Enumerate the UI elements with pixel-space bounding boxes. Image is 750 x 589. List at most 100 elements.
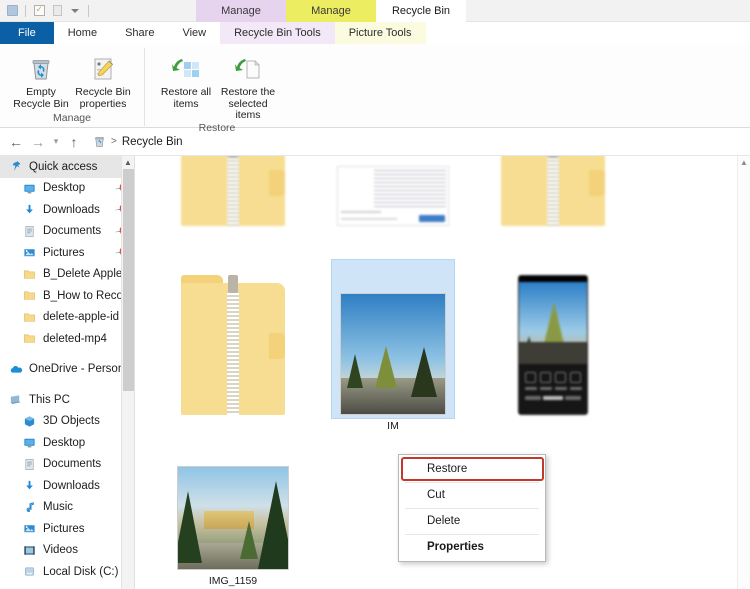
scroll-up-icon[interactable]: ▲: [122, 156, 134, 169]
landscape-thumbnail: [177, 466, 289, 570]
desktop-icon: [22, 181, 37, 196]
folder-icon: [22, 310, 37, 325]
recycle-bin-icon[interactable]: [4, 3, 20, 18]
breadcrumb-recycle-bin[interactable]: Recycle Bin: [122, 136, 183, 148]
sidebar-item-local-disk-c[interactable]: Local Disk (C:): [0, 561, 134, 583]
sidebar-item-downloads-thispc[interactable]: Downloads: [0, 475, 134, 497]
3d-objects-icon: [22, 414, 37, 429]
properties-icon[interactable]: [31, 3, 47, 18]
zip-folder-item-3[interactable]: [153, 259, 313, 432]
sidebar-item-documents-thispc[interactable]: Documents: [0, 454, 134, 476]
zip-folder-icon: [181, 275, 285, 415]
file-caption: [158, 420, 308, 432]
ribbon-group-restore: Restore all items Restore the selected i…: [144, 48, 289, 134]
sidebar-item-documents[interactable]: Documents 📌: [0, 221, 134, 243]
restore-selected-items-label: Restore the selected items: [220, 86, 276, 121]
file-caption: IM: [387, 420, 399, 432]
sidebar-item-onedrive[interactable]: OneDrive - Person: [0, 359, 134, 381]
file-caption: [158, 231, 308, 243]
sidebar-item-delete-apple-id[interactable]: delete-apple-id: [0, 307, 134, 329]
context-menu-item-delete[interactable]: Delete: [399, 508, 545, 534]
download-icon: [22, 478, 37, 493]
folder-icon: [22, 267, 37, 282]
sidebar-label: B_How to Recov: [43, 289, 128, 302]
restore-selected-items-button[interactable]: Restore the selected items: [217, 50, 279, 122]
tab-picture-tools[interactable]: Picture Tools: [334, 22, 426, 44]
context-menu-item-restore[interactable]: Restore: [399, 456, 545, 482]
file-caption: [478, 420, 628, 432]
window-title: Recycle Bin: [376, 0, 466, 22]
sidebar-item-3d-objects[interactable]: 3D Objects: [0, 411, 134, 433]
forward-button[interactable]: →: [28, 132, 48, 152]
sidebar-label: Documents: [43, 458, 102, 471]
sidebar-item-deleted-mp4[interactable]: deleted-mp4: [0, 328, 134, 350]
recycle-bin-icon: [92, 135, 106, 149]
contextual-header-picture-tools: Manage: [286, 0, 376, 22]
chevron-down-icon[interactable]: [67, 3, 83, 18]
new-folder-icon[interactable]: [49, 3, 65, 18]
thumbnail: [337, 156, 449, 226]
zip-folder-icon: [181, 156, 285, 226]
download-icon: [22, 202, 37, 217]
sidebar-item-desktop[interactable]: Desktop 📌: [0, 178, 134, 200]
thumbnail: [497, 156, 609, 226]
up-button[interactable]: ↑: [64, 132, 84, 152]
recent-locations-button[interactable]: ▾: [50, 132, 62, 152]
folder-icon: [22, 331, 37, 346]
file-explorer-window: Manage Manage Recycle Bin File Home Shar…: [0, 0, 750, 589]
folder-icon: [22, 288, 37, 303]
videos-icon: [22, 543, 37, 558]
back-button[interactable]: ←: [6, 132, 26, 152]
sidebar-label: delete-apple-id: [43, 311, 120, 324]
scroll-up-icon[interactable]: ▲: [738, 156, 750, 169]
sidebar-item-b-delete-apple-i[interactable]: B_Delete Apple I: [0, 264, 134, 286]
zip-folder-item-2[interactable]: [473, 156, 633, 243]
tab-view[interactable]: View: [168, 22, 220, 44]
restore-all-items-button[interactable]: Restore all items: [155, 50, 217, 110]
content-scrollbar[interactable]: ▲: [737, 156, 750, 589]
sidebar-item-videos[interactable]: Videos: [0, 540, 134, 562]
phone-screenshot-item[interactable]: [473, 259, 633, 432]
sidebar-label: Videos: [43, 544, 78, 557]
restore-selected-icon: [233, 54, 263, 84]
document-item[interactable]: [313, 156, 473, 243]
sidebar-label: Pictures: [43, 522, 85, 535]
sidebar-item-desktop-thispc[interactable]: Desktop: [0, 432, 134, 454]
title-bar: Manage Manage Recycle Bin: [0, 0, 750, 22]
sidebar-item-pictures[interactable]: Pictures 📌: [0, 242, 134, 264]
photo-thumbnail: [340, 293, 446, 415]
thumbnail: [337, 265, 449, 415]
sidebar-item-quick-access[interactable]: Quick access: [0, 156, 134, 178]
empty-recycle-bin-button[interactable]: Empty Recycle Bin: [10, 50, 72, 110]
image-item-selected[interactable]: IM: [313, 259, 473, 432]
address-bar: ← → ▾ ↑ > Recycle Bin: [0, 128, 750, 156]
sidebar-item-music[interactable]: Music: [0, 497, 134, 519]
pictures-icon: [22, 245, 37, 260]
breadcrumb[interactable]: > Recycle Bin: [86, 132, 744, 152]
tab-file[interactable]: File: [0, 22, 54, 44]
sidebar-item-b-how-to-recov[interactable]: B_How to Recov: [0, 285, 134, 307]
file-caption: [318, 231, 468, 243]
zip-folder-item[interactable]: [153, 156, 313, 243]
sidebar-label: Downloads: [43, 203, 100, 216]
context-menu-item-properties[interactable]: Properties: [399, 534, 545, 560]
image-item-img1159[interactable]: IMG_1159: [153, 456, 313, 587]
sidebar-item-downloads[interactable]: Downloads 📌: [0, 199, 134, 221]
context-menu[interactable]: Restore Cut Delete Properties: [398, 454, 546, 562]
tab-recycle-bin-tools[interactable]: Recycle Bin Tools: [220, 22, 335, 44]
sidebar-item-this-pc[interactable]: This PC: [0, 389, 134, 411]
tab-home[interactable]: Home: [54, 22, 111, 44]
navigation-pane: Quick access Desktop 📌 Downloads 📌: [0, 156, 135, 589]
sidebar-label: deleted-mp4: [43, 332, 107, 345]
sidebar-label: OneDrive - Person: [29, 363, 125, 376]
documents-icon: [22, 224, 37, 239]
context-menu-item-cut[interactable]: Cut: [399, 482, 545, 508]
sidebar-item-pictures-thispc[interactable]: Pictures: [0, 518, 134, 540]
main-area: Quick access Desktop 📌 Downloads 📌: [0, 156, 750, 589]
sidebar-scroll-thumb[interactable]: [123, 169, 134, 391]
tab-share[interactable]: Share: [111, 22, 168, 44]
sidebar-label: Local Disk (C:): [43, 565, 119, 578]
document-icon: [337, 166, 449, 226]
sidebar-scrollbar[interactable]: ▲: [121, 156, 134, 589]
recycle-bin-properties-button[interactable]: Recycle Bin properties: [72, 50, 134, 110]
